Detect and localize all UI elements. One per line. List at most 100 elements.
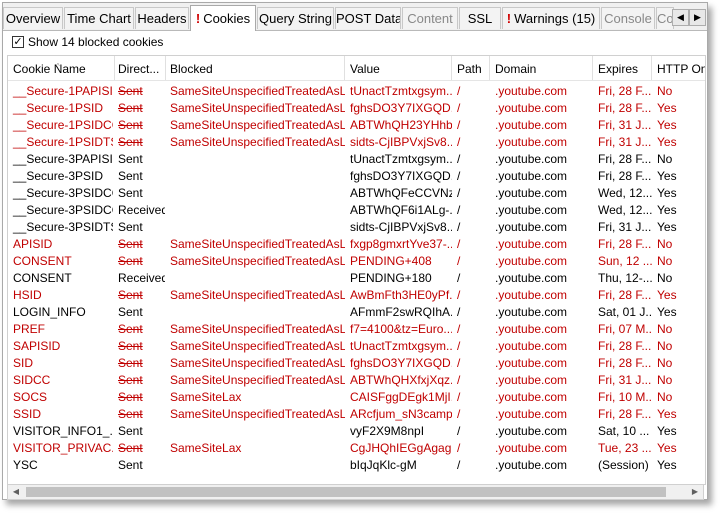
cell-cookie-name: LOGIN_INFO	[13, 305, 86, 319]
table-row[interactable]: SAPISID Sent SameSiteUnspecifiedTreatedAsL…	[8, 338, 705, 355]
cell-direction: Sent	[118, 390, 143, 404]
cell-path: /	[457, 254, 461, 268]
cell-http-only: No	[657, 356, 673, 370]
table-row[interactable]: VISITOR_INFO1_... Sent vyF2X9M8npI / .youtub…	[8, 423, 705, 440]
cell-path: /	[457, 135, 461, 149]
cell-path: /	[457, 271, 461, 285]
table-row[interactable]: __Secure-3PSID Sent fghsDO3Y7IXGQD... / .you…	[8, 168, 705, 185]
cell-expires: Fri, 28 F...	[598, 356, 652, 370]
column-header-label: Cookie Name	[13, 62, 86, 76]
cell-domain: .youtube.com	[495, 135, 568, 149]
cell-cookie-name: VISITOR_INFO1_...	[13, 424, 113, 438]
show-blocked-checkbox[interactable]: ✓	[12, 36, 24, 48]
cell-http-only: Yes	[657, 135, 677, 149]
cell-http-only: Yes	[657, 288, 677, 302]
column-header-expires[interactable]: Expires	[593, 56, 652, 80]
tab-time-chart[interactable]: Time Chart	[64, 7, 134, 29]
table-row[interactable]: SSID Sent SameSiteUnspecifiedTreatedAsLax A…	[8, 406, 705, 423]
warning-icon: !	[195, 11, 201, 26]
column-header-label: Value	[350, 62, 380, 76]
table-row[interactable]: __Secure-3PSIDCC Received ABTWhQF6i1ALg-..…	[8, 202, 705, 219]
column-header-direction[interactable]: Direct...	[113, 56, 166, 80]
tab-cookies[interactable]: ! Cookies	[190, 5, 256, 31]
column-header-path[interactable]: Path	[452, 56, 490, 80]
cookies-table: ^ Cookie Name Direct... Blocked Value Pat…	[7, 55, 706, 485]
tab-label: Console	[604, 11, 652, 26]
cell-direction: Sent	[118, 101, 143, 115]
cell-domain: .youtube.com	[495, 441, 568, 455]
cell-domain: .youtube.com	[495, 271, 568, 285]
cell-domain: .youtube.com	[495, 339, 568, 353]
cell-expires: Thu, 12-...	[598, 271, 652, 285]
cell-expires: Tue, 23 ...	[598, 441, 652, 455]
cell-value: AwBmFth3HE0yPf...	[350, 288, 452, 302]
table-row[interactable]: SIDCC Sent SameSiteUnspecifiedTreatedAsLax…	[8, 372, 705, 389]
cell-cookie-name: YSC	[13, 458, 38, 472]
tab-ssl[interactable]: SSL	[459, 7, 501, 29]
tab-label: Query String	[259, 11, 332, 26]
cell-direction: Sent	[118, 254, 143, 268]
table-row[interactable]: VISITOR_PRIVAC... Sent SameSiteLax CgJHQhIE…	[8, 440, 705, 457]
table-row[interactable]: CONSENT Sent SameSiteUnspecifiedTreatedAsL…	[8, 253, 705, 270]
cell-value: tUnactTzmtxgsym...	[350, 152, 452, 166]
tab-warnings[interactable]: ! Warnings (15)	[502, 7, 600, 29]
cell-expires: Fri, 28 F...	[598, 84, 652, 98]
cell-direction: Sent	[118, 186, 143, 200]
table-row[interactable]: __Secure-1PSIDCC Sent SameSiteUnspecifiedT…	[8, 117, 705, 134]
cell-value: sidts-CjIBPVxjSv8...	[350, 220, 452, 234]
cell-value: vyF2X9M8npI	[350, 424, 425, 438]
tab-overview[interactable]: Overview	[3, 7, 63, 29]
cell-expires: Fri, 28 F...	[598, 152, 652, 166]
cell-blocked	[165, 270, 345, 287]
cell-path: /	[457, 220, 461, 234]
cell-cookie-name: SIDCC	[13, 373, 51, 387]
cell-blocked	[165, 185, 345, 202]
table-row[interactable]: YSC Sent bIqJqKlc-gM / .youtube.com (Session)…	[8, 457, 705, 474]
table-row[interactable]: __Secure-3PSIDTS Sent sidts-CjIBPVxjSv8...…	[8, 219, 705, 236]
cell-expires: Fri, 31 J...	[598, 220, 652, 234]
cell-path: /	[457, 322, 461, 336]
table-row[interactable]: __Secure-1PSID Sent SameSiteUnspecifiedTre…	[8, 100, 705, 117]
column-header-domain[interactable]: Domain	[490, 56, 593, 80]
table-row[interactable]: __Secure-3PAPISID Sent tUnactTzmtxgsym... /…	[8, 151, 705, 168]
table-row[interactable]: CONSENT Received PENDING+180 / .youtube.com T…	[8, 270, 705, 287]
cell-expires: Fri, 28 F...	[598, 169, 652, 183]
tab-post-data[interactable]: POST Data	[335, 7, 401, 29]
cell-blocked: SameSiteUnspecifiedTreatedAsLax	[170, 407, 345, 421]
table-row[interactable]: __Secure-3PSIDCC Sent ABTWhQFeCCVNzl... / .y…	[8, 185, 705, 202]
column-header-http-only[interactable]: HTTP Onl	[652, 56, 705, 80]
column-header-blocked[interactable]: Blocked	[165, 56, 345, 80]
table-row[interactable]: APISID Sent SameSiteUnspecifiedTreatedAsLa…	[8, 236, 705, 253]
cell-direction: Sent	[118, 322, 143, 336]
column-header-label: Direct...	[118, 62, 160, 76]
column-header-cookie-name[interactable]: ^ Cookie Name	[8, 56, 115, 80]
tab-headers[interactable]: Headers	[135, 7, 189, 29]
scrollbar-thumb[interactable]	[26, 487, 666, 497]
cell-direction: Received	[118, 203, 165, 217]
table-row[interactable]: SID Sent SameSiteUnspecifiedTreatedAsLax fg…	[8, 355, 705, 372]
table-row[interactable]: PREF Sent SameSiteUnspecifiedTreatedAsLax f…	[8, 321, 705, 338]
tab-query-string[interactable]: Query String	[257, 7, 334, 29]
tab-scroll-right-button[interactable]: ▶	[689, 9, 706, 26]
show-blocked-label[interactable]: Show 14 blocked cookies	[28, 35, 163, 49]
cell-path: /	[457, 203, 461, 217]
tab-label: POST Data	[336, 11, 401, 26]
table-row[interactable]: __Secure-1PAPISID Sent SameSiteUnspecified…	[8, 83, 705, 100]
horizontal-scrollbar[interactable]: ◀ ▶	[7, 484, 704, 500]
cell-value: f7=4100&tz=Euro...	[350, 322, 452, 336]
cell-value: fghsDO3Y7IXGQD...	[350, 356, 452, 370]
table-row[interactable]: HSID Sent SameSiteUnspecifiedTreatedAsLax A…	[8, 287, 705, 304]
tab-scroll-left-button[interactable]: ◀	[672, 9, 689, 26]
table-row[interactable]: __Secure-1PSIDTS Sent SameSiteUnspecifiedT…	[8, 134, 705, 151]
tab-console[interactable]: Console	[601, 7, 655, 29]
scroll-right-icon[interactable]: ▶	[687, 485, 703, 499]
table-row[interactable]: SOCS Sent SameSiteLax CAISFggDEgk1MjI... / .y…	[8, 389, 705, 406]
cell-direction: Sent	[118, 339, 143, 353]
column-header-value[interactable]: Value	[345, 56, 452, 80]
column-header-label: Domain	[495, 62, 537, 76]
cell-direction: Sent	[118, 373, 143, 387]
cell-http-only: No	[657, 152, 673, 166]
tab-content[interactable]: Content	[402, 7, 458, 29]
scroll-left-icon[interactable]: ◀	[8, 485, 24, 499]
table-row[interactable]: LOGIN_INFO Sent AFmmF2swRQIhA... / .youtube.…	[8, 304, 705, 321]
